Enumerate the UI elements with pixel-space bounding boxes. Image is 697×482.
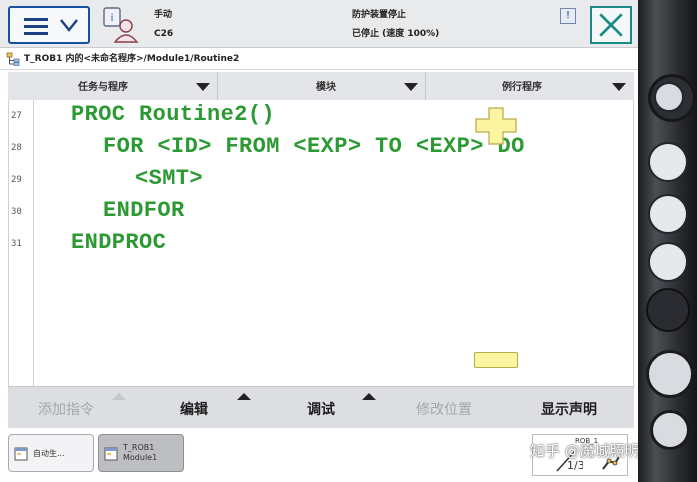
main-menu-button[interactable] — [8, 6, 90, 44]
chevron-down-icon — [60, 19, 78, 32]
svg-text:i: i — [111, 13, 114, 24]
task-program-editor[interactable]: T_ROB1 Module1 — [98, 434, 184, 472]
button-label: 调试 — [307, 402, 335, 418]
safety-state: 防护装置停止 — [352, 10, 407, 20]
tab-modules[interactable]: 模块 — [218, 72, 426, 100]
line-number: 30 — [11, 207, 22, 217]
popup-arrow-icon — [362, 393, 376, 400]
tab-label: 例行程序 — [502, 82, 542, 93]
operator-info-icon[interactable]: i — [102, 6, 142, 44]
hardware-button[interactable] — [648, 142, 688, 182]
hamburger-menu-icon — [24, 18, 48, 35]
hardware-button[interactable] — [650, 410, 690, 450]
controller-name: C26 — [154, 29, 174, 39]
mode-status: 手动 C26 — [154, 6, 334, 44]
run-state: 已停止 (速度 100%) — [352, 29, 440, 39]
code-text[interactable]: PROC Routine2() — [71, 102, 275, 127]
button-label: 添加指令 — [38, 402, 94, 418]
popup-arrow-icon — [237, 393, 251, 400]
tab-label: 任务与程序 — [78, 82, 128, 93]
tab-routines[interactable]: 例行程序 — [426, 72, 634, 100]
edit-button[interactable]: 编辑 — [134, 387, 259, 429]
hardware-side-panel — [638, 0, 697, 482]
dropdown-caret-icon — [404, 83, 418, 91]
task-auto-generated[interactable]: 自动生... — [8, 434, 94, 472]
code-text[interactable]: <SMT> — [135, 166, 203, 191]
tab-label: 模块 — [316, 82, 336, 93]
operating-mode: 手动 — [154, 10, 173, 20]
program-tree-icon — [6, 52, 20, 66]
safety-status: 防护装置停止 已停止 (速度 100%) — [352, 6, 532, 44]
event-log-icon[interactable]: ! — [560, 8, 576, 24]
button-label: 修改位置 — [416, 402, 472, 418]
button-label: 编辑 — [180, 402, 208, 418]
code-text[interactable]: FOR <ID> FROM <EXP> TO <EXP> DO — [103, 134, 525, 159]
task-line-2: Module1 — [123, 453, 158, 462]
code-text[interactable]: ENDPROC — [71, 230, 166, 255]
window-title-bar: T_ROB1 内的<未命名程序>/Module1/Routine2 — [0, 48, 640, 70]
command-bar: 添加指令 编辑 调试 修改位置 显示声明 — [8, 386, 634, 428]
watermark-text: 知乎 @魔城照明 — [530, 442, 640, 460]
top-status-bar: i 手动 C26 防护装置停止 已停止 (速度 100%) ! — [0, 0, 640, 48]
popup-arrow-icon — [112, 393, 126, 400]
code-line[interactable]: 31 ENDPROC — [9, 228, 629, 260]
hardware-button[interactable] — [646, 288, 690, 332]
code-line[interactable]: 28 FOR <ID> FROM <EXP> TO <EXP> DO — [9, 132, 629, 164]
debug-button[interactable]: 调试 — [259, 387, 384, 429]
dropdown-caret-icon — [196, 83, 210, 91]
dropdown-caret-icon — [612, 83, 626, 91]
code-line[interactable]: 29 <SMT> — [9, 164, 629, 196]
flexpendant-screen: i 手动 C26 防护装置停止 已停止 (速度 100%) ! T_ROB1 内 — [0, 0, 640, 482]
button-label: 显示声明 — [541, 402, 597, 418]
program-nav-bar: 任务与程序 模块 例行程序 — [8, 72, 634, 100]
hardware-button[interactable] — [648, 242, 688, 282]
task-label: T_ROB1 Module1 — [123, 443, 157, 463]
minus-hardware-button[interactable] — [654, 82, 684, 112]
code-text[interactable]: ENDFOR — [103, 198, 185, 223]
plus-cross-icon[interactable] — [474, 106, 518, 146]
task-label: 自动生... — [33, 449, 65, 458]
task-line-1: T_ROB1 — [123, 443, 155, 452]
modify-position-button[interactable]: 修改位置 — [384, 387, 509, 429]
line-number: 31 — [11, 239, 22, 249]
line-number: 29 — [11, 175, 22, 185]
program-path: T_ROB1 内的<未命名程序>/Module1/Routine2 — [24, 54, 240, 64]
line-number: 28 — [11, 143, 22, 153]
add-instruction-button[interactable]: 添加指令 — [8, 387, 134, 429]
line-number: 27 — [11, 111, 22, 121]
code-line[interactable]: 27 PROC Routine2() — [9, 100, 629, 132]
program-window-icon — [14, 447, 28, 461]
close-button[interactable] — [590, 6, 632, 44]
hardware-button[interactable] — [648, 194, 688, 234]
play-step-hardware-button[interactable] — [646, 350, 694, 398]
minus-marker[interactable] — [474, 352, 518, 368]
show-declaration-button[interactable]: 显示声明 — [509, 387, 634, 429]
code-editor[interactable]: 27 PROC Routine2() 28 FOR <ID> FROM <EXP… — [8, 100, 634, 386]
tab-tasks-and-programs[interactable]: 任务与程序 — [8, 72, 218, 100]
program-window-icon — [104, 447, 118, 461]
code-line[interactable]: 30 ENDFOR — [9, 196, 629, 228]
